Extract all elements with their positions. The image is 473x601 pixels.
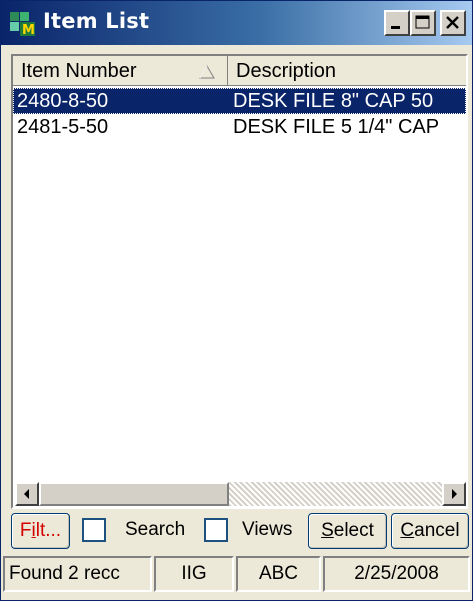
item-number-cell: 2481-5-50 — [17, 116, 109, 138]
filter-button[interactable]: Filt... — [11, 513, 70, 549]
search-label: Search — [125, 519, 186, 540]
scroll-left-icon — [24, 489, 29, 499]
item-list-window: M Item List Item Number Description 2480… — [0, 0, 473, 601]
minimize-icon — [391, 26, 400, 29]
horizontal-scrollbar[interactable] — [15, 482, 466, 506]
item-number-cell: 2480-8-50 — [17, 90, 109, 112]
title-bar[interactable]: M Item List — [1, 1, 472, 45]
window-title: Item List — [43, 9, 150, 33]
cancel-button-label: Cancel — [400, 520, 460, 541]
cancel-button[interactable]: Cancel — [391, 513, 469, 549]
scroll-left-button[interactable] — [15, 482, 39, 506]
sort-ascending-icon — [199, 65, 215, 79]
item-list[interactable]: Item Number Description 2480-8-50 DESK F… — [11, 54, 468, 509]
maximize-icon — [415, 15, 430, 29]
list-row[interactable]: 2481-5-50 DESK FILE 5 1/4" CAP — [13, 114, 466, 140]
scroll-right-icon — [452, 489, 457, 499]
scroll-thumb[interactable] — [39, 482, 229, 506]
select-button[interactable]: Select — [308, 513, 387, 549]
views-checkbox[interactable] — [204, 518, 228, 542]
minimize-button[interactable] — [384, 10, 410, 36]
status-records: Found 2 recc — [3, 556, 152, 592]
column-header-label: Description — [236, 60, 337, 82]
filter-button-label: Filt... — [19, 520, 62, 541]
column-header-label: Item Number — [21, 60, 137, 82]
column-header-item-number[interactable]: Item Number — [13, 56, 228, 86]
column-header-description[interactable]: Description — [228, 56, 466, 86]
status-company: IIG — [154, 556, 234, 592]
svg-text:M: M — [22, 23, 35, 37]
search-checkbox[interactable] — [82, 518, 106, 542]
close-button[interactable] — [440, 10, 466, 36]
status-date: 2/25/2008 — [323, 556, 470, 592]
scroll-right-button[interactable] — [442, 482, 466, 506]
close-icon — [446, 16, 459, 29]
description-cell: DESK FILE 8" CAP 50 — [233, 90, 434, 112]
select-button-label: Select — [321, 520, 374, 541]
views-label: Views — [242, 519, 293, 540]
maximize-button[interactable] — [410, 10, 436, 36]
description-cell: DESK FILE 5 1/4" CAP — [233, 116, 440, 138]
scroll-track[interactable] — [229, 482, 442, 506]
status-user: ABC — [236, 556, 321, 592]
list-row[interactable]: 2480-8-50 DESK FILE 8" CAP 50 — [13, 88, 466, 114]
app-icon: M — [10, 12, 35, 37]
